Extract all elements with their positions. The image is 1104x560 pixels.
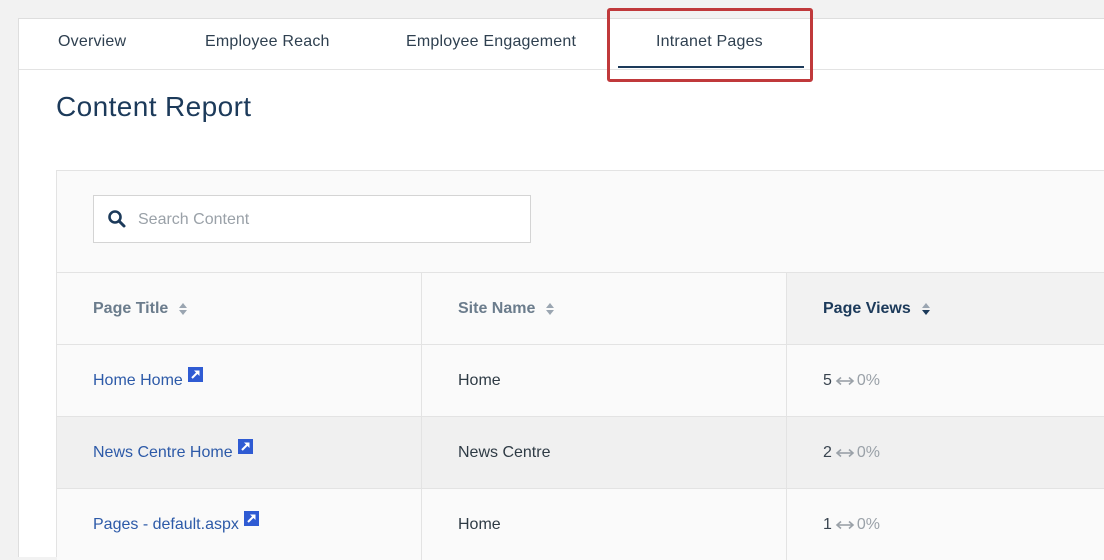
page-views-count: 5 — [823, 371, 832, 389]
column-header-label: Site Name — [458, 299, 536, 317]
sort-icon — [546, 302, 555, 315]
tab-employee-engagement[interactable]: Employee Engagement — [406, 33, 576, 51]
page-title-cell: Pages - default.aspx — [57, 489, 422, 560]
left-right-arrow-icon — [835, 448, 855, 457]
column-header-site-name[interactable]: Site Name — [422, 273, 787, 344]
column-header-page-views[interactable]: Page Views — [787, 273, 1104, 344]
page-views-count: 2 — [823, 443, 832, 461]
table-row: Home Home Home 5 0% — [57, 344, 1104, 416]
content-report-card: Page Title Site Name Page Views — [56, 170, 1104, 560]
table-header-row: Page Title Site Name Page Views — [57, 272, 1104, 344]
highlight-annotation-box — [607, 8, 813, 82]
left-right-arrow-icon — [835, 376, 855, 385]
page-title-link[interactable]: Pages - default.aspx — [93, 516, 239, 534]
search-box[interactable] — [93, 195, 531, 244]
page-views-change: 0% — [856, 371, 881, 389]
search-icon — [108, 210, 126, 228]
column-header-page-title[interactable]: Page Title — [57, 273, 422, 344]
page-title: Content Report — [56, 91, 252, 122]
sort-descending-icon — [921, 302, 930, 315]
external-link-icon[interactable] — [237, 439, 253, 454]
search-input[interactable] — [136, 196, 520, 244]
tab-employee-reach[interactable]: Employee Reach — [205, 33, 330, 51]
content-table: Page Title Site Name Page Views Home Hom… — [57, 272, 1104, 560]
tab-bar: Overview Employee Reach Employee Engagem… — [19, 19, 1104, 70]
page-title-link[interactable]: Home Home — [93, 372, 183, 390]
table-row: Pages - default.aspx Home 1 0% — [57, 488, 1104, 560]
page-title-cell: Home Home — [57, 345, 422, 416]
external-link-icon[interactable] — [243, 511, 259, 526]
page-views-change: 0% — [856, 443, 881, 461]
page-views-cell: 2 0% — [787, 417, 1104, 488]
page-views-cell: 5 0% — [787, 345, 1104, 416]
column-header-label: Page Title — [93, 299, 169, 317]
left-right-arrow-icon — [835, 520, 855, 529]
page-title-cell: News Centre Home — [57, 417, 422, 488]
sort-icon — [179, 302, 188, 315]
table-row: News Centre Home News Centre 2 0% — [57, 416, 1104, 488]
page-views-cell: 1 0% — [787, 489, 1104, 560]
site-name-cell: Home — [422, 489, 787, 560]
column-header-label: Page Views — [823, 299, 911, 317]
page-views-count: 1 — [823, 515, 832, 533]
external-link-icon[interactable] — [187, 367, 203, 382]
page-title-link[interactable]: News Centre Home — [93, 444, 233, 462]
main-panel: Overview Employee Reach Employee Engagem… — [18, 18, 1104, 560]
site-name-cell: Home — [422, 345, 787, 416]
site-name-cell: News Centre — [422, 417, 787, 488]
tab-overview[interactable]: Overview — [58, 33, 126, 51]
page-views-change: 0% — [856, 515, 881, 533]
